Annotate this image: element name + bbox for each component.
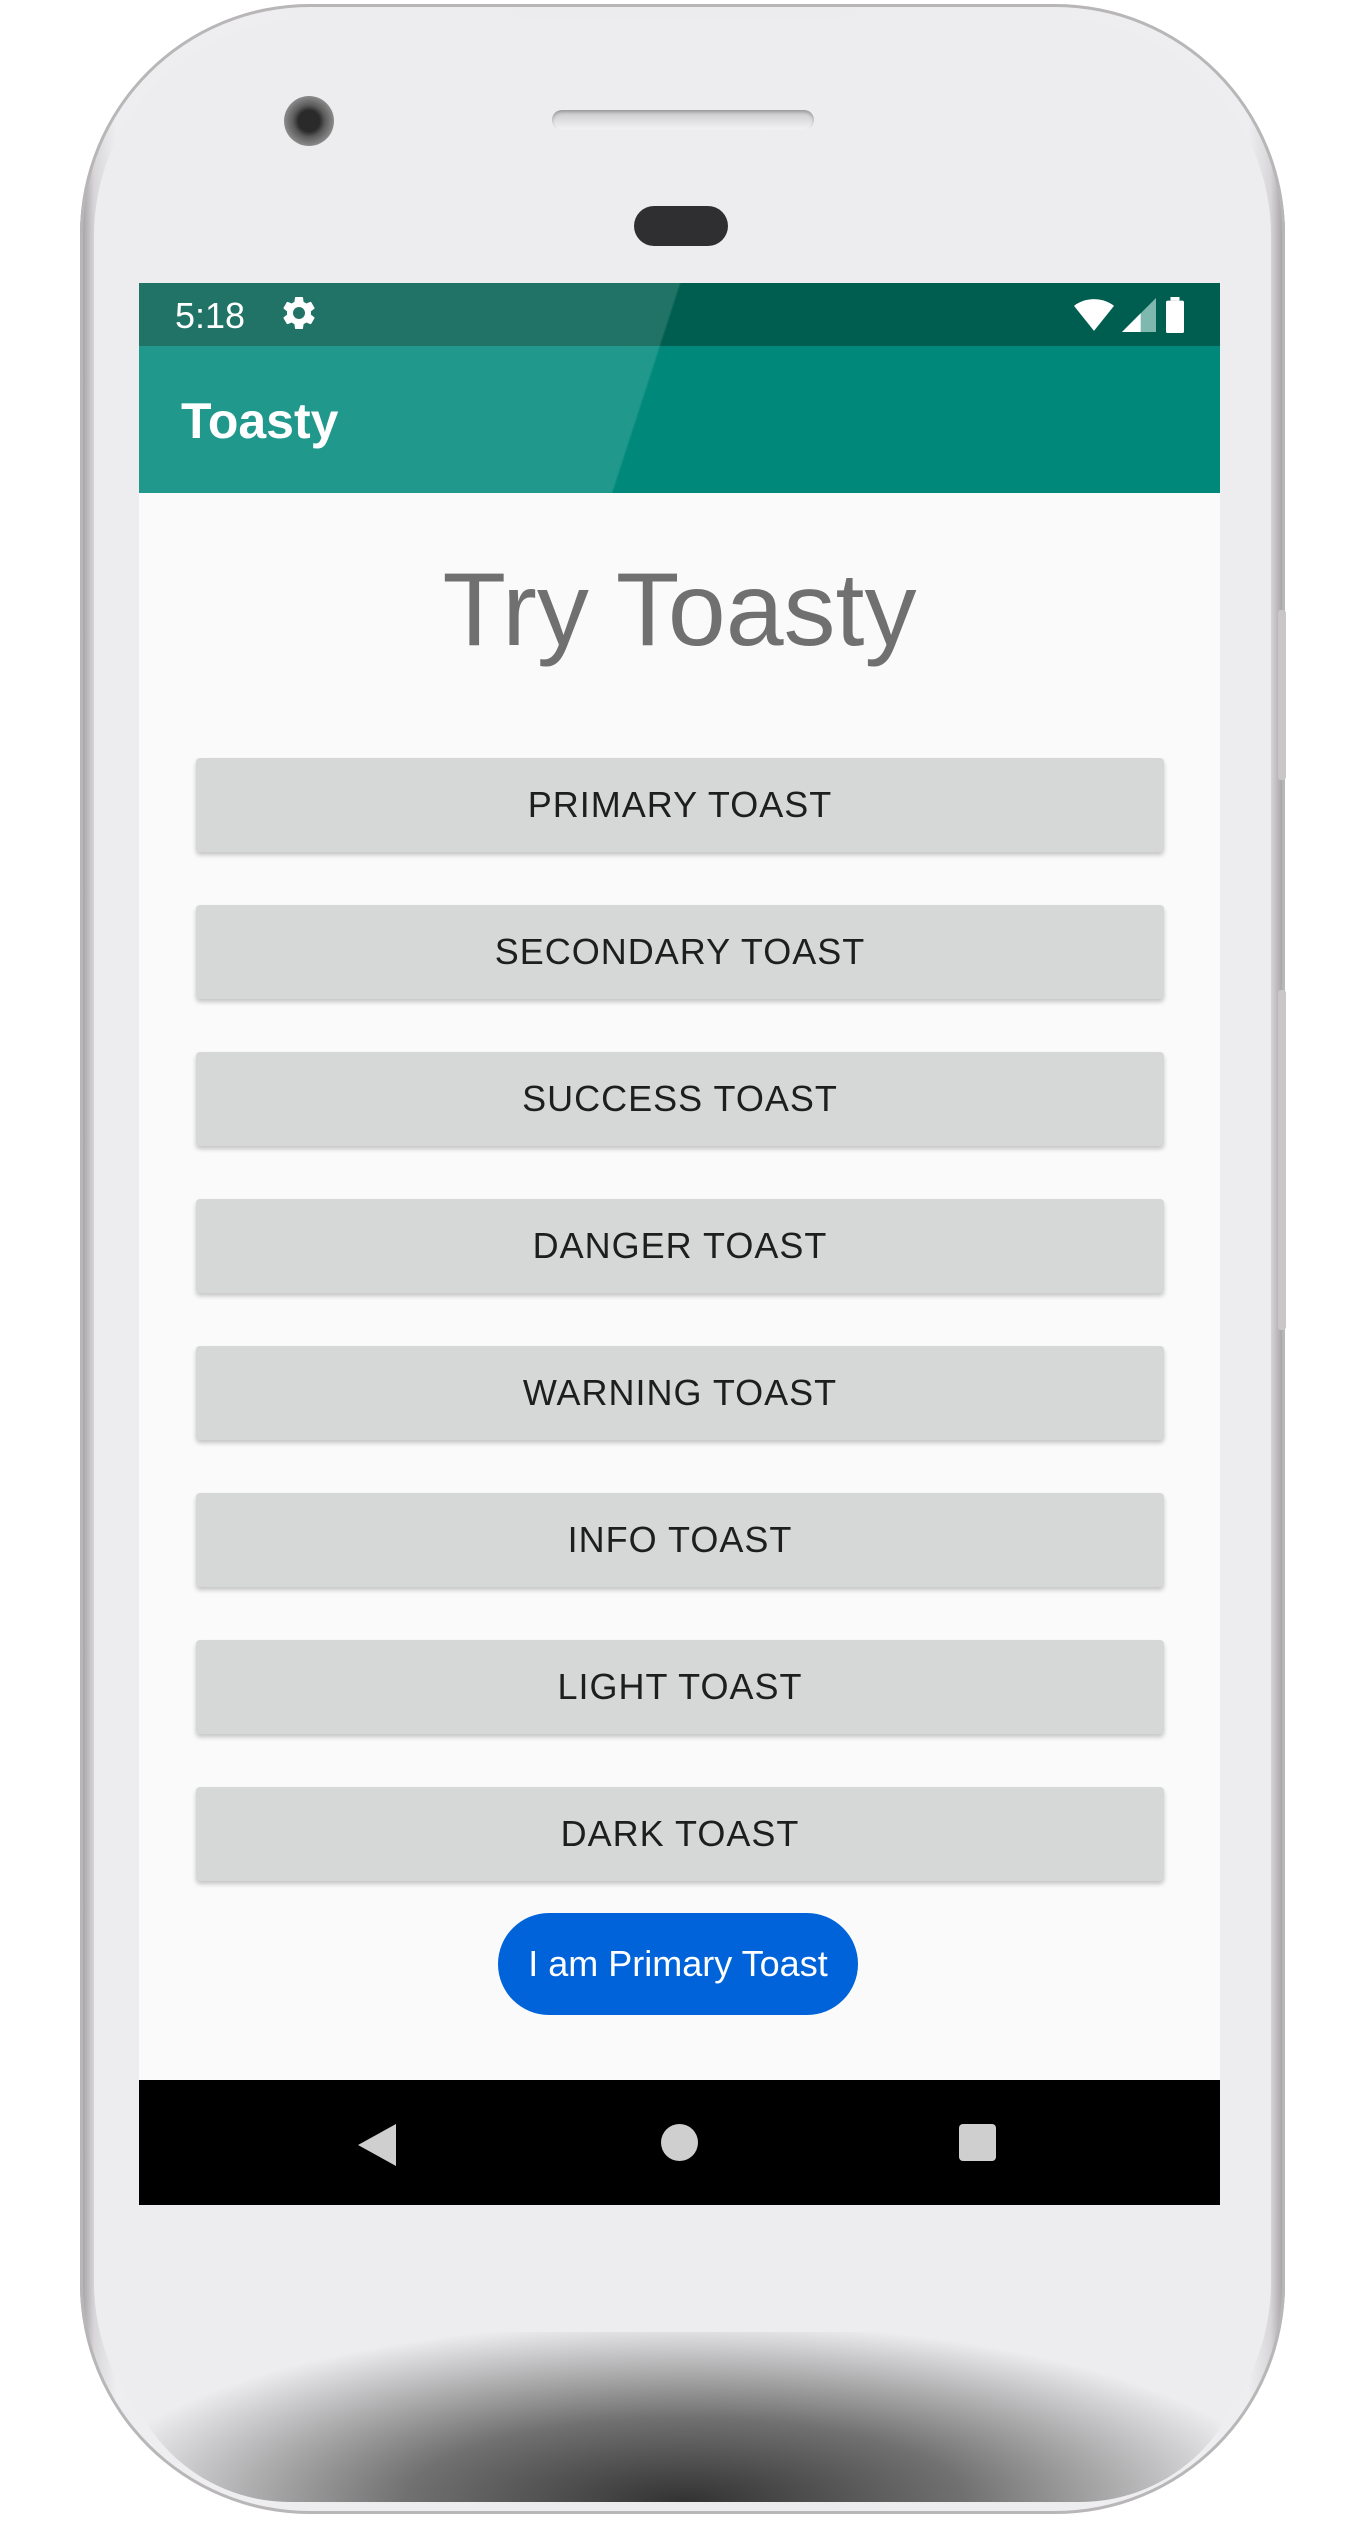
warning-toast-button[interactable]: WARNING TOAST: [196, 1346, 1164, 1440]
toast-message: I am Primary Toast: [498, 1913, 858, 2015]
signal-icon: [1122, 298, 1156, 332]
status-time: 5:18: [175, 295, 246, 336]
status-bar: 5:18: [139, 283, 1220, 346]
toast-button-list: PRIMARY TOAST SECONDARY TOAST SUCCESS TO…: [196, 758, 1164, 1934]
home-icon[interactable]: [661, 2124, 698, 2161]
gear-icon: [283, 296, 315, 329]
app-title: Toasty: [181, 393, 339, 449]
page-title: Try Toasty: [442, 552, 917, 668]
success-toast-button[interactable]: SUCCESS TOAST: [196, 1052, 1164, 1146]
front-camera-icon: [284, 96, 334, 146]
wifi-icon: [1074, 299, 1114, 331]
volume-button: [1278, 990, 1286, 1330]
earpiece-speaker: [552, 110, 814, 130]
dark-toast-button[interactable]: DARK TOAST: [196, 1787, 1164, 1881]
power-button: [1278, 610, 1286, 780]
recents-icon[interactable]: [959, 2124, 996, 2161]
app-bar: Toasty: [139, 346, 1220, 493]
info-toast-button[interactable]: INFO TOAST: [196, 1493, 1164, 1587]
device-frame: 5:18 Toasty Try Toasty PRIMARY TOAST SEC…: [0, 0, 1370, 2532]
danger-toast-button[interactable]: DANGER TOAST: [196, 1199, 1164, 1293]
secondary-toast-button[interactable]: SECONDARY TOAST: [196, 905, 1164, 999]
primary-toast-button[interactable]: PRIMARY TOAST: [196, 758, 1164, 852]
navigation-bar: [139, 2080, 1220, 2205]
proximity-sensor: [634, 206, 728, 246]
screen: 5:18 Toasty Try Toasty PRIMARY TOAST SEC…: [139, 283, 1220, 2205]
light-toast-button[interactable]: LIGHT TOAST: [196, 1640, 1164, 1734]
phone-bottom-shadow: [120, 2332, 1250, 2502]
battery-icon: [1166, 297, 1184, 333]
back-icon[interactable]: [358, 2124, 396, 2166]
status-icons: [1074, 295, 1186, 335]
